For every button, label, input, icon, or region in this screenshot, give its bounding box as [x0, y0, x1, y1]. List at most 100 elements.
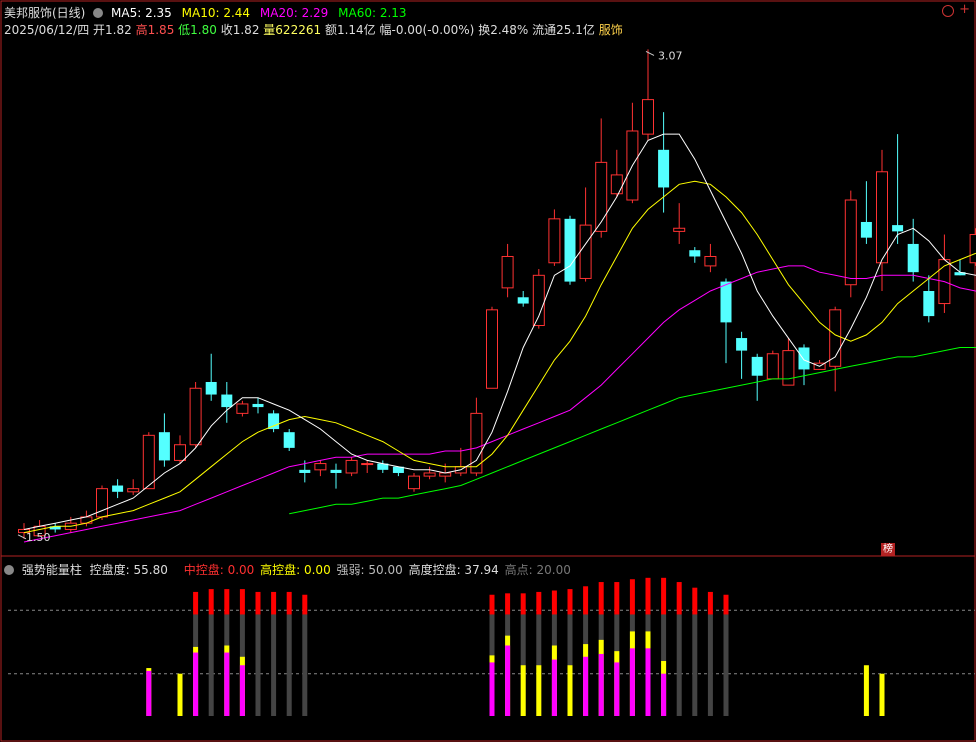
energy-bar-magenta [224, 652, 230, 716]
candle-body [782, 350, 795, 386]
energy-bar-gray [255, 614, 261, 716]
quote-float: 流通25.1亿 [532, 23, 595, 37]
price-chart: 3.07 1.50 [0, 0, 976, 742]
candle-body [860, 221, 872, 238]
rank-badge[interactable]: 榜 [881, 543, 895, 556]
ma20-label: MA20: 2.29 [259, 6, 329, 20]
energy-bar-red [239, 589, 245, 615]
candle-body [969, 234, 976, 264]
energy-bar-red [208, 589, 214, 615]
ma60-line [289, 346, 976, 515]
quote-date: 2025/06/12/四 [4, 23, 90, 37]
ma20-line [23, 265, 976, 543]
energy-bar-yellow [536, 665, 542, 716]
candle-body [829, 309, 842, 367]
candle-body [595, 161, 608, 232]
indicator-control: 控盘度: 55.80 [89, 563, 168, 577]
candle-body [642, 99, 654, 135]
candle-body [189, 387, 202, 446]
indicator-high-point: 高点: 20.00 [504, 563, 571, 577]
candle-body [501, 255, 514, 289]
candle-body [236, 403, 249, 414]
indicator-dropdown-icon[interactable] [4, 565, 14, 575]
candle-body [673, 227, 686, 232]
energy-bar-magenta [239, 665, 245, 716]
energy-bar-magenta [583, 656, 589, 716]
indicator-header: 强势能量柱 控盘度: 55.80 中控盘: 0.00 高控盘: 0.00 强弱:… [4, 561, 571, 578]
low-marker [17, 534, 27, 540]
energy-bar-red [723, 594, 729, 615]
energy-bar-red [614, 582, 620, 615]
energy-bar-red [193, 591, 199, 615]
energy-bar-magenta [661, 673, 667, 716]
dropdown-icon[interactable] [93, 8, 104, 18]
candle-body [704, 255, 717, 267]
add-icon[interactable]: + [959, 2, 970, 17]
candle-body [548, 218, 561, 264]
energy-bar-yellow [177, 673, 183, 716]
quote-high: 高1.85 [135, 23, 175, 37]
energy-bar-gray [692, 614, 698, 716]
energy-bar-red [692, 587, 698, 615]
candle-body [423, 472, 436, 477]
candle-body [923, 291, 935, 317]
energy-bar-magenta [598, 653, 604, 716]
candle-body [564, 218, 576, 282]
energy-bar-gray [723, 614, 729, 716]
candle-body [174, 444, 186, 461]
candle-body [517, 297, 529, 304]
indicator-mid: 中控盘: 0.00 [183, 563, 255, 577]
candle-body [330, 469, 342, 473]
candle-body [798, 347, 810, 370]
candle-body [892, 225, 904, 232]
candle-body [112, 485, 124, 492]
energy-bar-magenta [489, 662, 495, 716]
candle-body [314, 463, 327, 471]
energy-bar-red [551, 590, 557, 615]
candle-body [252, 403, 264, 408]
quote-sector[interactable]: 服饰 [599, 23, 623, 37]
energy-bar-yellow [863, 665, 869, 716]
energy-bar-gray [286, 614, 292, 716]
stock-name[interactable]: 美邦服饰(日线) [4, 6, 85, 20]
candle-body [268, 413, 280, 430]
energy-bar-red [489, 594, 495, 615]
candle-body [221, 394, 233, 408]
candle-body [610, 174, 623, 195]
energy-bar-red [302, 594, 308, 615]
energy-bar-gray [208, 614, 214, 716]
energy-bar-red [286, 591, 292, 615]
energy-bar-red [645, 577, 651, 615]
quote-change: 幅-0.00(-0.00%) [379, 23, 475, 37]
candle-body [361, 463, 374, 466]
candle-body [142, 434, 155, 490]
ma5-label: MA5: 2.35 [111, 6, 172, 20]
candle-body [876, 171, 888, 264]
energy-bar-yellow [520, 665, 526, 716]
energy-bar-red [598, 582, 604, 615]
candle-body [689, 250, 701, 257]
candle-body [283, 432, 295, 448]
indicator-name[interactable]: 强势能量柱 [22, 563, 82, 577]
header-row: 美邦服饰(日线) MA5: 2.35 MA10: 2.44 MA20: 2.29… [4, 4, 413, 21]
candle-body [486, 309, 498, 389]
indicator-strong-weak: 强弱: 50.00 [336, 563, 403, 577]
energy-bar-gray [271, 614, 277, 716]
candle-body [158, 432, 170, 461]
indicator-high-ctrl: 高控盘: 0.00 [260, 563, 331, 577]
energy-bar-red [676, 582, 682, 615]
energy-bar-yellow [567, 665, 573, 716]
energy-bar-gray [302, 614, 308, 716]
energy-bar-red [505, 593, 511, 615]
quote-row: 2025/06/12/四 开1.82 高1.85 低1.80 收1.82 量62… [4, 21, 623, 38]
energy-bar-magenta [645, 648, 651, 716]
energy-bar-magenta [551, 659, 557, 716]
energy-bar-red [661, 577, 667, 615]
candle-body [907, 243, 919, 273]
energy-bar-red [567, 589, 573, 615]
quote-open: 开1.82 [93, 23, 132, 37]
energy-bar-magenta [193, 652, 199, 716]
settings-icon[interactable] [942, 5, 954, 17]
energy-bar-red [520, 593, 526, 615]
candle-body [532, 274, 545, 327]
